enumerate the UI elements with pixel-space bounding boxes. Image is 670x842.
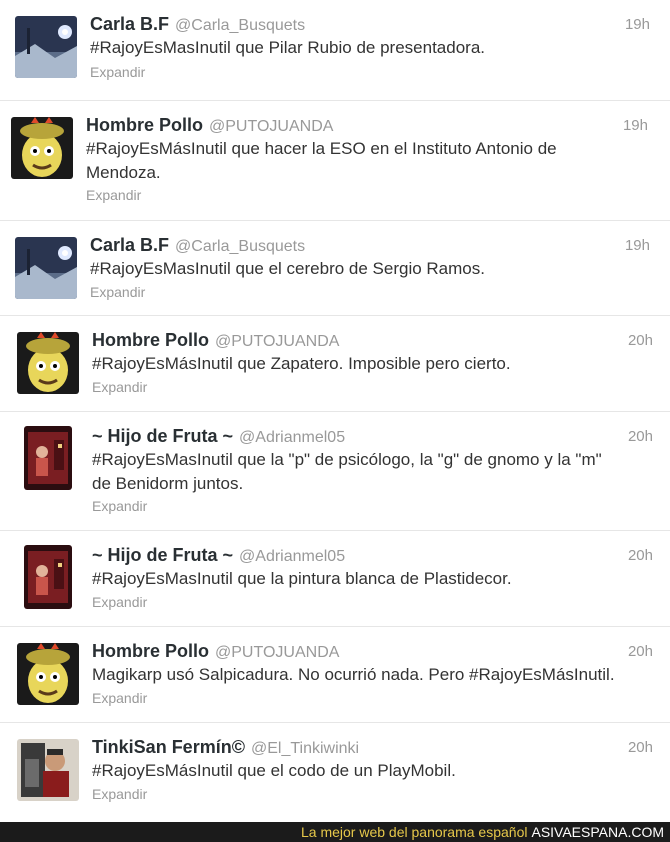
author-handle[interactable]: @Carla_Busquets <box>175 238 305 255</box>
author-name[interactable]: Hombre Pollo <box>86 115 203 135</box>
expand-link[interactable]: Expandir <box>92 786 147 802</box>
author-name[interactable]: ~ Hijo de Fruta ~ <box>92 545 233 565</box>
tweet-text-line: #RajoyEsMasInutil que el cerebro de Serg… <box>90 259 485 278</box>
tweet-header: TinkiSan Fermín© @El_Tinkiwinki <box>92 737 359 758</box>
expand-link[interactable]: Expandir <box>92 498 147 514</box>
footer-tagline: La mejor web del panorama español <box>301 824 528 840</box>
expand-link[interactable]: Expandir <box>92 690 147 706</box>
author-name[interactable]: Carla B.F <box>90 14 169 34</box>
author-handle[interactable]: @El_Tinkiwinki <box>251 740 359 757</box>
tweet-text: #RajoyEsMasInutil que el cerebro de Serg… <box>90 257 485 281</box>
expand-link[interactable]: Expandir <box>92 379 147 395</box>
tweet-item[interactable]: ~ Hijo de Fruta ~ @Adrianmel05 20h #Rajoy… <box>0 412 670 531</box>
tweet-text-line: Mendoza. <box>86 163 161 182</box>
tweet-item[interactable]: Hombre Pollo @PUTOJUANDA 20h Magikarp usó… <box>0 627 670 723</box>
author-name[interactable]: Hombre Pollo <box>92 641 209 661</box>
red-figures-avatar[interactable] <box>24 426 72 490</box>
tweet-timestamp[interactable]: 19h <box>623 117 648 134</box>
tweet-header: ~ Hijo de Fruta ~ @Adrianmel05 <box>92 426 345 447</box>
expand-link[interactable]: Expandir <box>86 187 141 203</box>
tweet-timestamp[interactable]: 19h <box>625 237 650 254</box>
author-name[interactable]: ~ Hijo de Fruta ~ <box>92 426 233 446</box>
footer-brand[interactable]: ASIVAESPANA.COM <box>531 824 664 840</box>
author-name[interactable]: Carla B.F <box>90 235 169 255</box>
tweet-timeline: Carla B.F @Carla_Busquets 19h #RajoyEsMas… <box>0 0 670 822</box>
tweet-item[interactable]: TinkiSan Fermín© @El_Tinkiwinki 20h #Rajo… <box>0 723 670 822</box>
red-figures-avatar[interactable] <box>24 545 72 609</box>
tweet-header: Carla B.F @Carla_Busquets <box>90 14 305 35</box>
cartoon-face-avatar[interactable] <box>11 117 73 179</box>
tweet-timestamp[interactable]: 20h <box>628 643 653 660</box>
tweet-text: Magikarp usó Salpicadura. No ocurrió nad… <box>92 663 615 687</box>
tweet-item[interactable]: Carla B.F @Carla_Busquets 19h #RajoyEsMas… <box>0 221 670 316</box>
tweet-text: #RajoyEsMasInutil que la "p" de psicólog… <box>92 448 602 496</box>
tweet-item[interactable]: ~ Hijo de Fruta ~ @Adrianmel05 20h #Rajoy… <box>0 531 670 627</box>
expand-link[interactable]: Expandir <box>92 594 147 610</box>
tweet-text-line: #RajoyEsMasInutil que Pilar Rubio de pre… <box>90 38 486 57</box>
night-sky-avatar[interactable] <box>15 16 77 78</box>
tweet-header: Hombre Pollo @PUTOJUANDA <box>92 641 339 662</box>
author-name[interactable]: Hombre Pollo <box>92 330 209 350</box>
cartoon-face-avatar[interactable] <box>17 643 79 705</box>
tweet-text: #RajoyEsMasInutil que la pintura blanca … <box>92 567 512 591</box>
author-handle[interactable]: @Adrianmel05 <box>239 429 345 446</box>
tweet-timestamp[interactable]: 20h <box>628 739 653 756</box>
author-handle[interactable]: @Carla_Busquets <box>175 17 305 34</box>
tweet-text: #RajoyEsMásInutil que hacer la ESO en el… <box>86 137 557 185</box>
tweet-text: #RajoyEsMasInutil que Pilar Rubio de pre… <box>90 36 485 60</box>
tweet-header: Carla B.F @Carla_Busquets <box>90 235 305 256</box>
tweet-item[interactable]: Carla B.F @Carla_Busquets 19h #RajoyEsMas… <box>0 0 670 101</box>
author-name[interactable]: TinkiSan Fermín© <box>92 737 245 757</box>
author-handle[interactable]: @PUTOJUANDA <box>209 118 333 135</box>
tweet-timestamp[interactable]: 20h <box>628 428 653 445</box>
tweet-text-line: #RajoyEsMásInutil que Zapatero. Imposibl… <box>92 354 511 373</box>
tweet-header: ~ Hijo de Fruta ~ @Adrianmel05 <box>92 545 345 566</box>
author-handle[interactable]: @Adrianmel05 <box>239 548 345 565</box>
expand-link[interactable]: Expandir <box>90 284 145 300</box>
tweet-timestamp[interactable]: 20h <box>628 332 653 349</box>
tweet-item[interactable]: Hombre Pollo @PUTOJUANDA 20h #RajoyEsMásI… <box>0 316 670 412</box>
author-handle[interactable]: @PUTOJUANDA <box>215 333 339 350</box>
tweet-header: Hombre Pollo @PUTOJUANDA <box>86 115 333 136</box>
tweet-item[interactable]: Hombre Pollo @PUTOJUANDA 19h #RajoyEsMásI… <box>0 101 670 221</box>
tweet-text-line: #RajoyEsMasInutil que la "p" de psicólog… <box>92 450 602 469</box>
night-sky-avatar[interactable] <box>15 237 77 299</box>
warrior-avatar[interactable] <box>17 739 79 801</box>
tweet-text-line: Magikarp usó Salpicadura. No ocurrió nad… <box>92 665 615 684</box>
watermark-footer: La mejor web del panorama español ASIVAES… <box>0 822 670 842</box>
tweet-text-line: #RajoyEsMasInutil que la pintura blanca … <box>92 569 512 588</box>
expand-link[interactable]: Expandir <box>90 64 145 80</box>
cartoon-face-avatar[interactable] <box>17 332 79 394</box>
tweet-text: #RajoyEsMásInutil que Zapatero. Imposibl… <box>92 352 511 376</box>
tweet-timestamp[interactable]: 19h <box>625 16 650 33</box>
tweet-header: Hombre Pollo @PUTOJUANDA <box>92 330 339 351</box>
tweet-text: #RajoyEsMásInutil que el codo de un Play… <box>92 759 456 783</box>
author-handle[interactable]: @PUTOJUANDA <box>215 644 339 661</box>
tweet-text-line: #RajoyEsMásInutil que hacer la ESO en el… <box>86 139 557 158</box>
tweet-text-line: #RajoyEsMásInutil que el codo de un Play… <box>92 761 456 780</box>
tweet-timestamp[interactable]: 20h <box>628 547 653 564</box>
tweet-text-line: de Benidorm juntos. <box>92 474 244 493</box>
